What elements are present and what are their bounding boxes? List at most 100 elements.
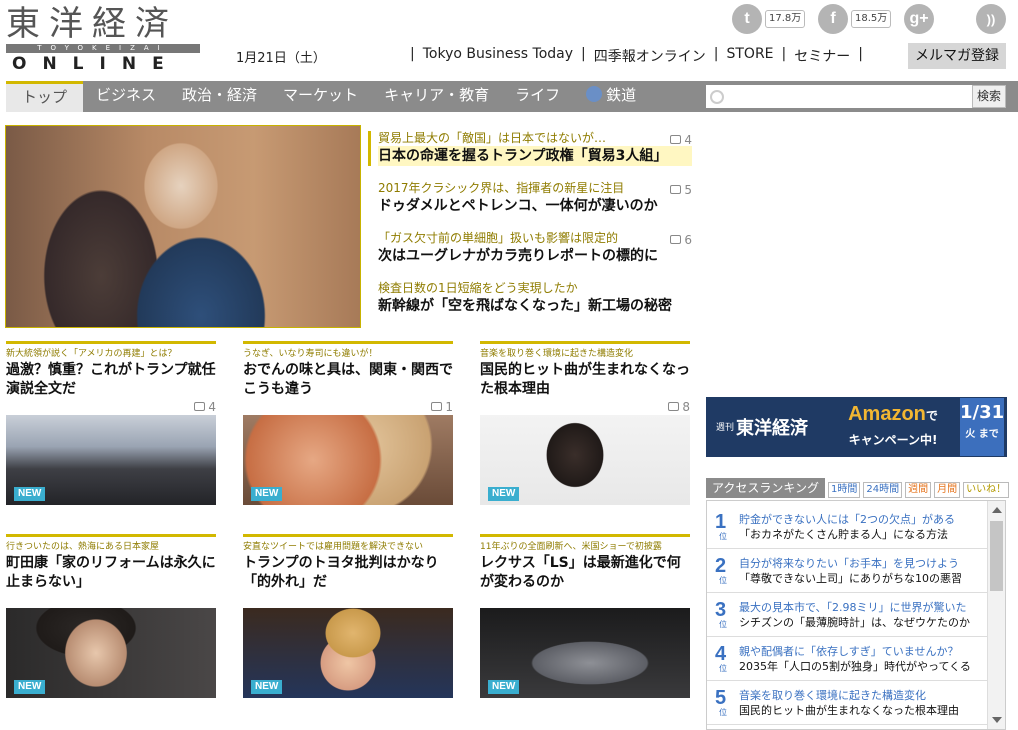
new-badge: NEW [251, 680, 283, 694]
comment-count[interactable]: 5 [670, 183, 692, 197]
article-card[interactable]: 安直なツイートでは雇用問題を解決できない トランプのトヨタ批判はかなり「的外れ」… [243, 534, 453, 698]
top-links: | Tokyo Business Today | 四季報オンライン | STOR… [402, 46, 871, 66]
comment-count[interactable]: 6 [670, 233, 692, 247]
article-thumbnail[interactable]: NEW [480, 415, 690, 505]
twitter-share[interactable]: t 17.8万 [732, 4, 806, 34]
search-input[interactable] [706, 85, 972, 108]
new-badge: NEW [488, 680, 520, 694]
nav-tab-business[interactable]: ビジネス [83, 81, 169, 112]
article-card[interactable]: 新大統領が説く「アメリカの再建」とは？ 過激？慎重？これがトランプ就任演説全文だ… [6, 341, 216, 505]
rank-number-value: 5 [715, 687, 727, 709]
nav-tab-railway-label: 鉄道 [606, 86, 637, 104]
google-plus-icon: g+ [904, 4, 934, 34]
ranking-title-text: シチズンの「最薄腕時計」は、なぜウケたのか [739, 616, 970, 629]
rank-number: 5位 [715, 687, 731, 717]
comment-icon [431, 402, 443, 411]
article-thumbnail[interactable]: NEW [480, 608, 690, 698]
link-separator: | [858, 46, 863, 62]
article-card[interactable]: 11年ぶりの全面刷新へ、米国ショーで初披露 レクサス「LS」は最新進化で何が変わ… [480, 534, 690, 698]
ranking-kicker: 自分が将来なりたい「お手本」を見つけよう [739, 557, 959, 570]
article-title: トランプのトヨタ批判はかなり「的外れ」だ [243, 555, 439, 590]
article-thumbnail[interactable]: NEW [6, 415, 216, 505]
rank-suffix: 位 [719, 620, 727, 629]
link-seminar[interactable]: セミナー [794, 46, 850, 66]
newsletter-signup-button[interactable]: メルマガ登録 [908, 43, 1006, 69]
nav-tab-career-education[interactable]: キャリア・教育 [371, 81, 502, 112]
feature-title: 新幹線が「空を飛ばなくなった」新工場の秘密 [378, 298, 672, 314]
link-shikiho-online[interactable]: 四季報オンライン [594, 46, 706, 66]
ranking-kicker: 最大の見本市で、「2.98ミリ」に世界が驚いた [739, 601, 967, 614]
banner-weekly-title: 東洋経済 [736, 418, 809, 439]
rss-link[interactable]: )) [976, 4, 1006, 34]
article-card[interactable]: うなぎ、いなり寿司にも違いが！ おでんの味と具は、関東・関西でこうも違う 1 N… [243, 341, 453, 505]
google-plus-share[interactable]: g+ [904, 4, 934, 34]
card-divider [6, 341, 216, 344]
rank-number: 2位 [715, 555, 731, 585]
feature-title: 次はユーグレナがカラ売りレポートの標的に [378, 248, 658, 264]
rank-suffix: 位 [719, 664, 727, 673]
nav-tab-railway[interactable]: 鉄道 [573, 81, 649, 112]
feature-story[interactable]: 2017年クラシック界は、指揮者の新星に注目 ドゥダメルとペトレンコ、一体何が凄… [368, 181, 692, 216]
search-button[interactable]: 検索 [972, 85, 1006, 108]
nav-tab-top[interactable]: トップ [6, 81, 84, 112]
comment-count[interactable]: 1 [243, 401, 453, 415]
comment-count-value: 4 [684, 133, 692, 147]
feature-title: 日本の命運を握るトランプ政権「貿易3人組」 [378, 146, 692, 166]
ranking-item[interactable]: 5位 音楽を取り巻く環境に起きた構造変化 国民的ヒット曲が生まれなくなった根本理… [707, 681, 987, 725]
link-tokyo-business-today[interactable]: Tokyo Business Today [423, 46, 573, 66]
ranking-item[interactable]: 4位 親や配偶者に「依存しすぎ」ていませんか？ 2035年「人口の5割が独身」時… [707, 637, 987, 681]
nav-tab-market[interactable]: マーケット [270, 81, 371, 112]
feature-story[interactable]: 検査日数の1日短縮をどう実現したか 新幹線が「空を飛ばなくなった」新工場の秘密 [368, 281, 692, 316]
banner-until: 火 まで [965, 429, 999, 440]
rank-number: 4位 [715, 643, 731, 673]
nav-tab-politics-economy[interactable]: 政治・経済 [169, 81, 270, 112]
banner-date: 1/31 火 まで [960, 398, 1004, 456]
new-badge: NEW [251, 487, 283, 501]
article-kicker: 音楽を取り巻く環境に起きた構造変化 [480, 349, 634, 359]
banner-weekly-small: 週刊 [716, 423, 735, 433]
article-card[interactable]: 行きついたのは、熱海にある日本家屋 町田康「家のリフォームは永久に止まらない」 … [6, 534, 216, 698]
comment-count[interactable]: 4 [670, 133, 692, 147]
comment-count[interactable]: 4 [6, 401, 216, 415]
ranking-tab-likes[interactable]: いいね！ [963, 482, 1010, 498]
ranking-scrollbar[interactable] [987, 501, 1005, 729]
feature-story[interactable]: 貿易上最大の「敵国」は日本ではないが… 日本の命運を握るトランプ政権「貿易3人組… [368, 131, 692, 166]
article-thumbnail[interactable]: NEW [243, 608, 453, 698]
amazon-campaign-banner[interactable]: 週刊 東洋経済 Amazonで キャンペーン中! 1/31 火 まで [706, 397, 1007, 457]
article-meta [243, 594, 453, 608]
rank-number-value: 1 [715, 511, 727, 533]
facebook-count: 18.5万 [851, 10, 892, 28]
nav-tab-life[interactable]: ライフ [502, 81, 573, 112]
feature-title: ドゥダメルとペトレンコ、一体何が凄いのか [378, 198, 658, 214]
article-thumbnail[interactable]: NEW [243, 415, 453, 505]
feature-image[interactable] [5, 125, 361, 328]
ranking-item[interactable]: 1位 貯金ができない人には「2つの欠点」がある 「おカネがたくさん貯まる人」にな… [707, 505, 987, 549]
new-badge: NEW [14, 680, 46, 694]
feature-kicker: 2017年クラシック界は、指揮者の新星に注目 [378, 181, 625, 195]
link-separator: | [713, 46, 719, 62]
train-icon [586, 86, 603, 102]
scroll-thumb[interactable] [990, 521, 1003, 591]
facebook-share[interactable]: f 18.5万 [818, 4, 892, 34]
scroll-up-icon[interactable] [992, 507, 1002, 513]
ranking-tab-24h[interactable]: 24時間 [863, 482, 903, 498]
link-store[interactable]: STORE [726, 46, 773, 66]
ranking-tab-1h[interactable]: 1時間 [828, 482, 861, 498]
ranking-tab-weekly[interactable]: 週間 [905, 482, 932, 498]
article-kicker: 安直なツイートでは雇用問題を解決できない [243, 542, 424, 552]
comment-icon [194, 402, 206, 411]
twitter-count: 17.8万 [765, 10, 806, 28]
amazon-suffix: で [925, 409, 938, 423]
rank-number-value: 2 [715, 555, 727, 577]
amazon-logo: Amazon [848, 403, 926, 425]
article-card[interactable]: 音楽を取り巻く環境に起きた構造変化 国民的ヒット曲が生まれなくなった根本理由 8… [480, 341, 690, 505]
scroll-down-icon[interactable] [992, 717, 1002, 723]
feature-story[interactable]: 「ガス欠寸前の単細胞」扱いも影響は限定的 次はユーグレナがカラ売りレポートの標的… [368, 231, 692, 266]
site-logo[interactable]: 東洋経済 TOYOKEIZAI ONLINE [6, 4, 200, 74]
banner-campaign: キャンペーン中! [848, 433, 938, 447]
comment-count[interactable]: 8 [480, 401, 690, 415]
article-thumbnail[interactable]: NEW [6, 608, 216, 698]
ranking-item[interactable]: 2位 自分が将来なりたい「お手本」を見つけよう 「尊敬できない上司」にありがちな… [707, 549, 987, 593]
ranking-tab-monthly[interactable]: 月間 [934, 482, 961, 498]
ranking-item[interactable]: 3位 最大の見本市で、「2.98ミリ」に世界が驚いた シチズンの「最薄腕時計」は… [707, 593, 987, 637]
